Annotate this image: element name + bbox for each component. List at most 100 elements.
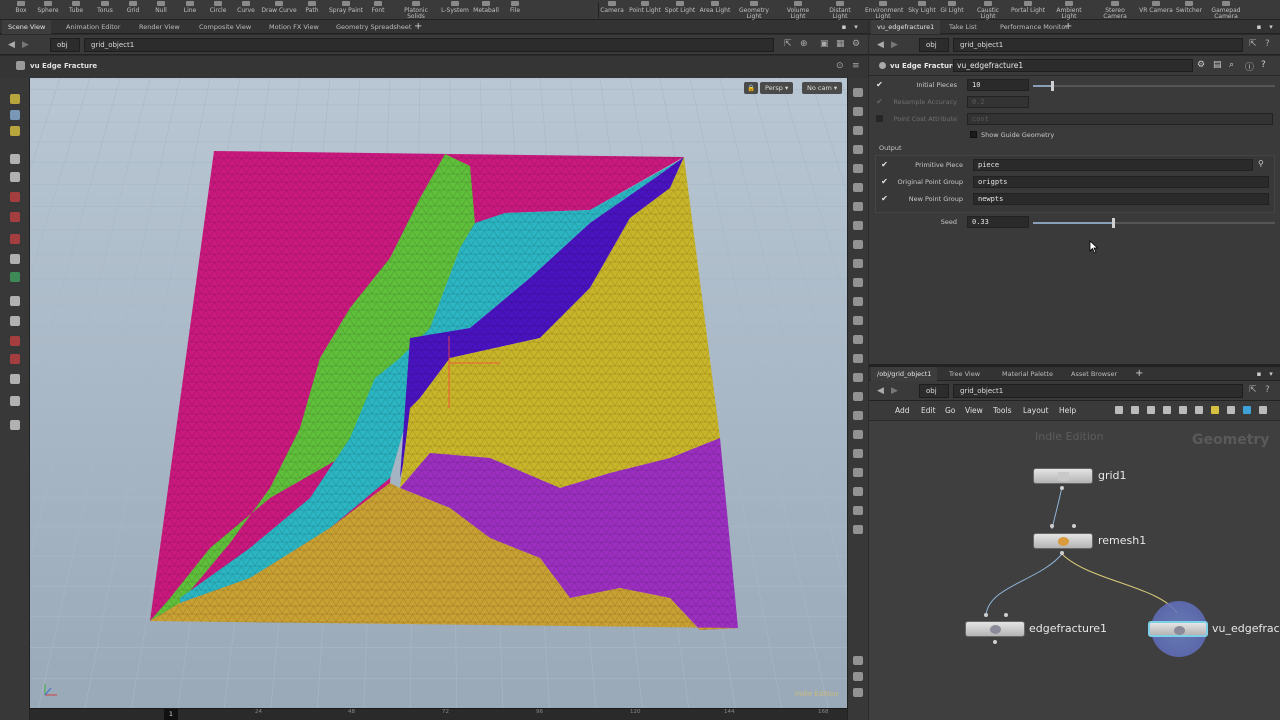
- shelf-tool-light-stereo-camera[interactable]: Stereo Camera: [1097, 0, 1133, 20]
- shelf-tool-light-ambient-light[interactable]: Ambient Light: [1051, 0, 1087, 20]
- snap-icon[interactable]: [10, 374, 20, 384]
- back-icon[interactable]: ◀: [877, 386, 884, 396]
- menu-add[interactable]: Add: [895, 406, 910, 415]
- menu-layout[interactable]: Layout: [1023, 406, 1049, 415]
- path-root[interactable]: obj: [50, 38, 80, 52]
- back-icon[interactable]: ◀: [8, 40, 15, 50]
- snap-point-icon[interactable]: [10, 336, 20, 346]
- add-tab-icon[interactable]: +: [414, 21, 422, 32]
- vu-edgefracture-node[interactable]: [1148, 621, 1208, 637]
- shelf-tool-light-distant-light[interactable]: Distant Light: [822, 0, 858, 20]
- pane-tab-icon[interactable]: [853, 672, 863, 681]
- sticky-icon[interactable]: [1211, 406, 1219, 414]
- back-icon[interactable]: ◀: [877, 40, 884, 50]
- normal-icon[interactable]: [853, 297, 863, 306]
- remesh-input-dot-a[interactable]: [1050, 524, 1054, 528]
- info-icon[interactable]: ⓘ: [1245, 60, 1254, 73]
- wrench-icon[interactable]: [1115, 406, 1123, 414]
- pane-maximize-icon[interactable]: ▪: [1255, 23, 1263, 31]
- node-name-field[interactable]: vu_edgefracture1: [953, 59, 1193, 72]
- grid-output-dot[interactable]: [1060, 486, 1064, 490]
- remesh-node-label[interactable]: remesh1: [1098, 534, 1146, 547]
- pane-maximize-icon[interactable]: ▪: [1255, 370, 1263, 378]
- shelf-tool-light-camera[interactable]: Camera: [594, 0, 630, 20]
- snap-grid-icon[interactable]: [10, 296, 20, 306]
- gear-icon[interactable]: ⚙: [1197, 60, 1205, 70]
- menu-edit[interactable]: Edit: [921, 406, 936, 415]
- seed-slider-knob[interactable]: [1111, 218, 1115, 228]
- show-guide-checkbox[interactable]: [970, 131, 977, 138]
- dropdown-pin-icon[interactable]: ⚲: [1258, 159, 1264, 168]
- pane-maximize-icon[interactable]: ▪: [840, 23, 848, 31]
- wireframe-icon[interactable]: [853, 164, 863, 173]
- shelf-tool-light-vr-camera[interactable]: VR Camera: [1138, 0, 1174, 20]
- tab-asset-browser[interactable]: Asset Browser: [1065, 367, 1123, 381]
- tab-render-view[interactable]: Render View: [133, 20, 186, 34]
- pane-menu-icon[interactable]: ▾: [1267, 370, 1275, 378]
- edgefracture-input-dot-b[interactable]: [1004, 613, 1008, 617]
- seed-slider[interactable]: [1033, 218, 1275, 228]
- camera-icon[interactable]: [10, 420, 20, 430]
- move-icon[interactable]: [10, 192, 20, 202]
- frame-box[interactable]: 1: [164, 709, 178, 720]
- tab-obj-grid-object1[interactable]: /obj/grid_object1: [871, 367, 938, 381]
- table-icon[interactable]: [1179, 406, 1187, 414]
- tab-performance-monitor[interactable]: Performance Monitor: [994, 20, 1074, 34]
- tab-take-list[interactable]: Take List: [943, 20, 983, 34]
- shelf-tool-light-volume-light[interactable]: Volume Light: [780, 0, 816, 20]
- remesh-input-dot-b[interactable]: [1072, 524, 1076, 528]
- ghost-icon[interactable]: [853, 221, 863, 230]
- path-root[interactable]: obj: [919, 384, 949, 398]
- initial-pieces-field[interactable]: 10: [967, 79, 1029, 91]
- forward-icon[interactable]: ▶: [891, 386, 898, 396]
- pin-viewport-icon[interactable]: ⊙: [836, 61, 844, 71]
- uv-icon[interactable]: [853, 335, 863, 344]
- path-node[interactable]: grid_object1: [84, 38, 774, 52]
- backface-icon[interactable]: [853, 240, 863, 249]
- close-pane-icon[interactable]: [853, 688, 863, 697]
- shelf-tool-light-geometry-light[interactable]: Geometry Light: [736, 0, 772, 20]
- tab-vu-edgefracture1[interactable]: vu_edgefracture1: [871, 20, 941, 34]
- shelf-tool-font[interactable]: Font: [360, 0, 396, 20]
- vector-icon[interactable]: [853, 316, 863, 325]
- menu-icon[interactable]: ≡: [852, 61, 860, 71]
- pane-menu-icon[interactable]: ▾: [852, 23, 860, 31]
- particle-icon[interactable]: [853, 373, 863, 382]
- shelf-tool-draw-curve[interactable]: Draw Curve: [261, 0, 297, 20]
- shaded-icon[interactable]: [853, 183, 863, 192]
- edgefracture-node-label[interactable]: edgefracture1: [1029, 622, 1107, 635]
- vu-edgefracture-node-label[interactable]: vu_edgefrac: [1212, 622, 1280, 635]
- forward-icon[interactable]: ▶: [22, 40, 29, 50]
- magnet-icon[interactable]: [10, 354, 20, 364]
- render-region-icon[interactable]: [10, 272, 20, 282]
- resample-field[interactable]: 0.2: [967, 96, 1029, 108]
- image-icon[interactable]: [1227, 406, 1235, 414]
- grid-node-label[interactable]: grid1: [1098, 469, 1127, 482]
- remesh-node[interactable]: [1033, 533, 1093, 549]
- menu-go[interactable]: Go: [945, 406, 955, 415]
- tab-composite-view[interactable]: Composite View: [193, 20, 257, 34]
- shelf-tool-path[interactable]: Path: [294, 0, 330, 20]
- add-tab-icon[interactable]: +: [1064, 21, 1072, 32]
- shelf-tool-spray-paint[interactable]: Spray Paint: [328, 0, 364, 20]
- menu-view[interactable]: View: [965, 406, 983, 415]
- pane-menu-icon[interactable]: ▾: [1267, 23, 1275, 31]
- select-tool-icon[interactable]: [10, 110, 20, 120]
- guide-icon[interactable]: [853, 411, 863, 420]
- point-icon[interactable]: [853, 278, 863, 287]
- tab-motion-fx-view[interactable]: Motion FX View: [263, 20, 325, 34]
- tab-material-palette[interactable]: Material Palette: [996, 367, 1059, 381]
- orig-group-field[interactable]: origpts: [973, 176, 1269, 188]
- help-icon[interactable]: ?: [1261, 60, 1266, 70]
- shelf-tool-light-environment-light[interactable]: Environment Light: [865, 0, 903, 20]
- handle-tool-icon[interactable]: [10, 126, 20, 136]
- smooth-icon[interactable]: [853, 202, 863, 211]
- hscript-icon[interactable]: ▤: [1213, 60, 1222, 70]
- list-icon[interactable]: [1147, 406, 1155, 414]
- lock-view-icon[interactable]: [853, 145, 863, 154]
- path-root[interactable]: obj: [919, 38, 949, 52]
- shelf-tool-curve[interactable]: Curve: [228, 0, 264, 20]
- snap-prim-icon[interactable]: [10, 316, 20, 326]
- snapshot-icon[interactable]: [853, 487, 863, 496]
- help-icon[interactable]: ?: [1265, 39, 1270, 49]
